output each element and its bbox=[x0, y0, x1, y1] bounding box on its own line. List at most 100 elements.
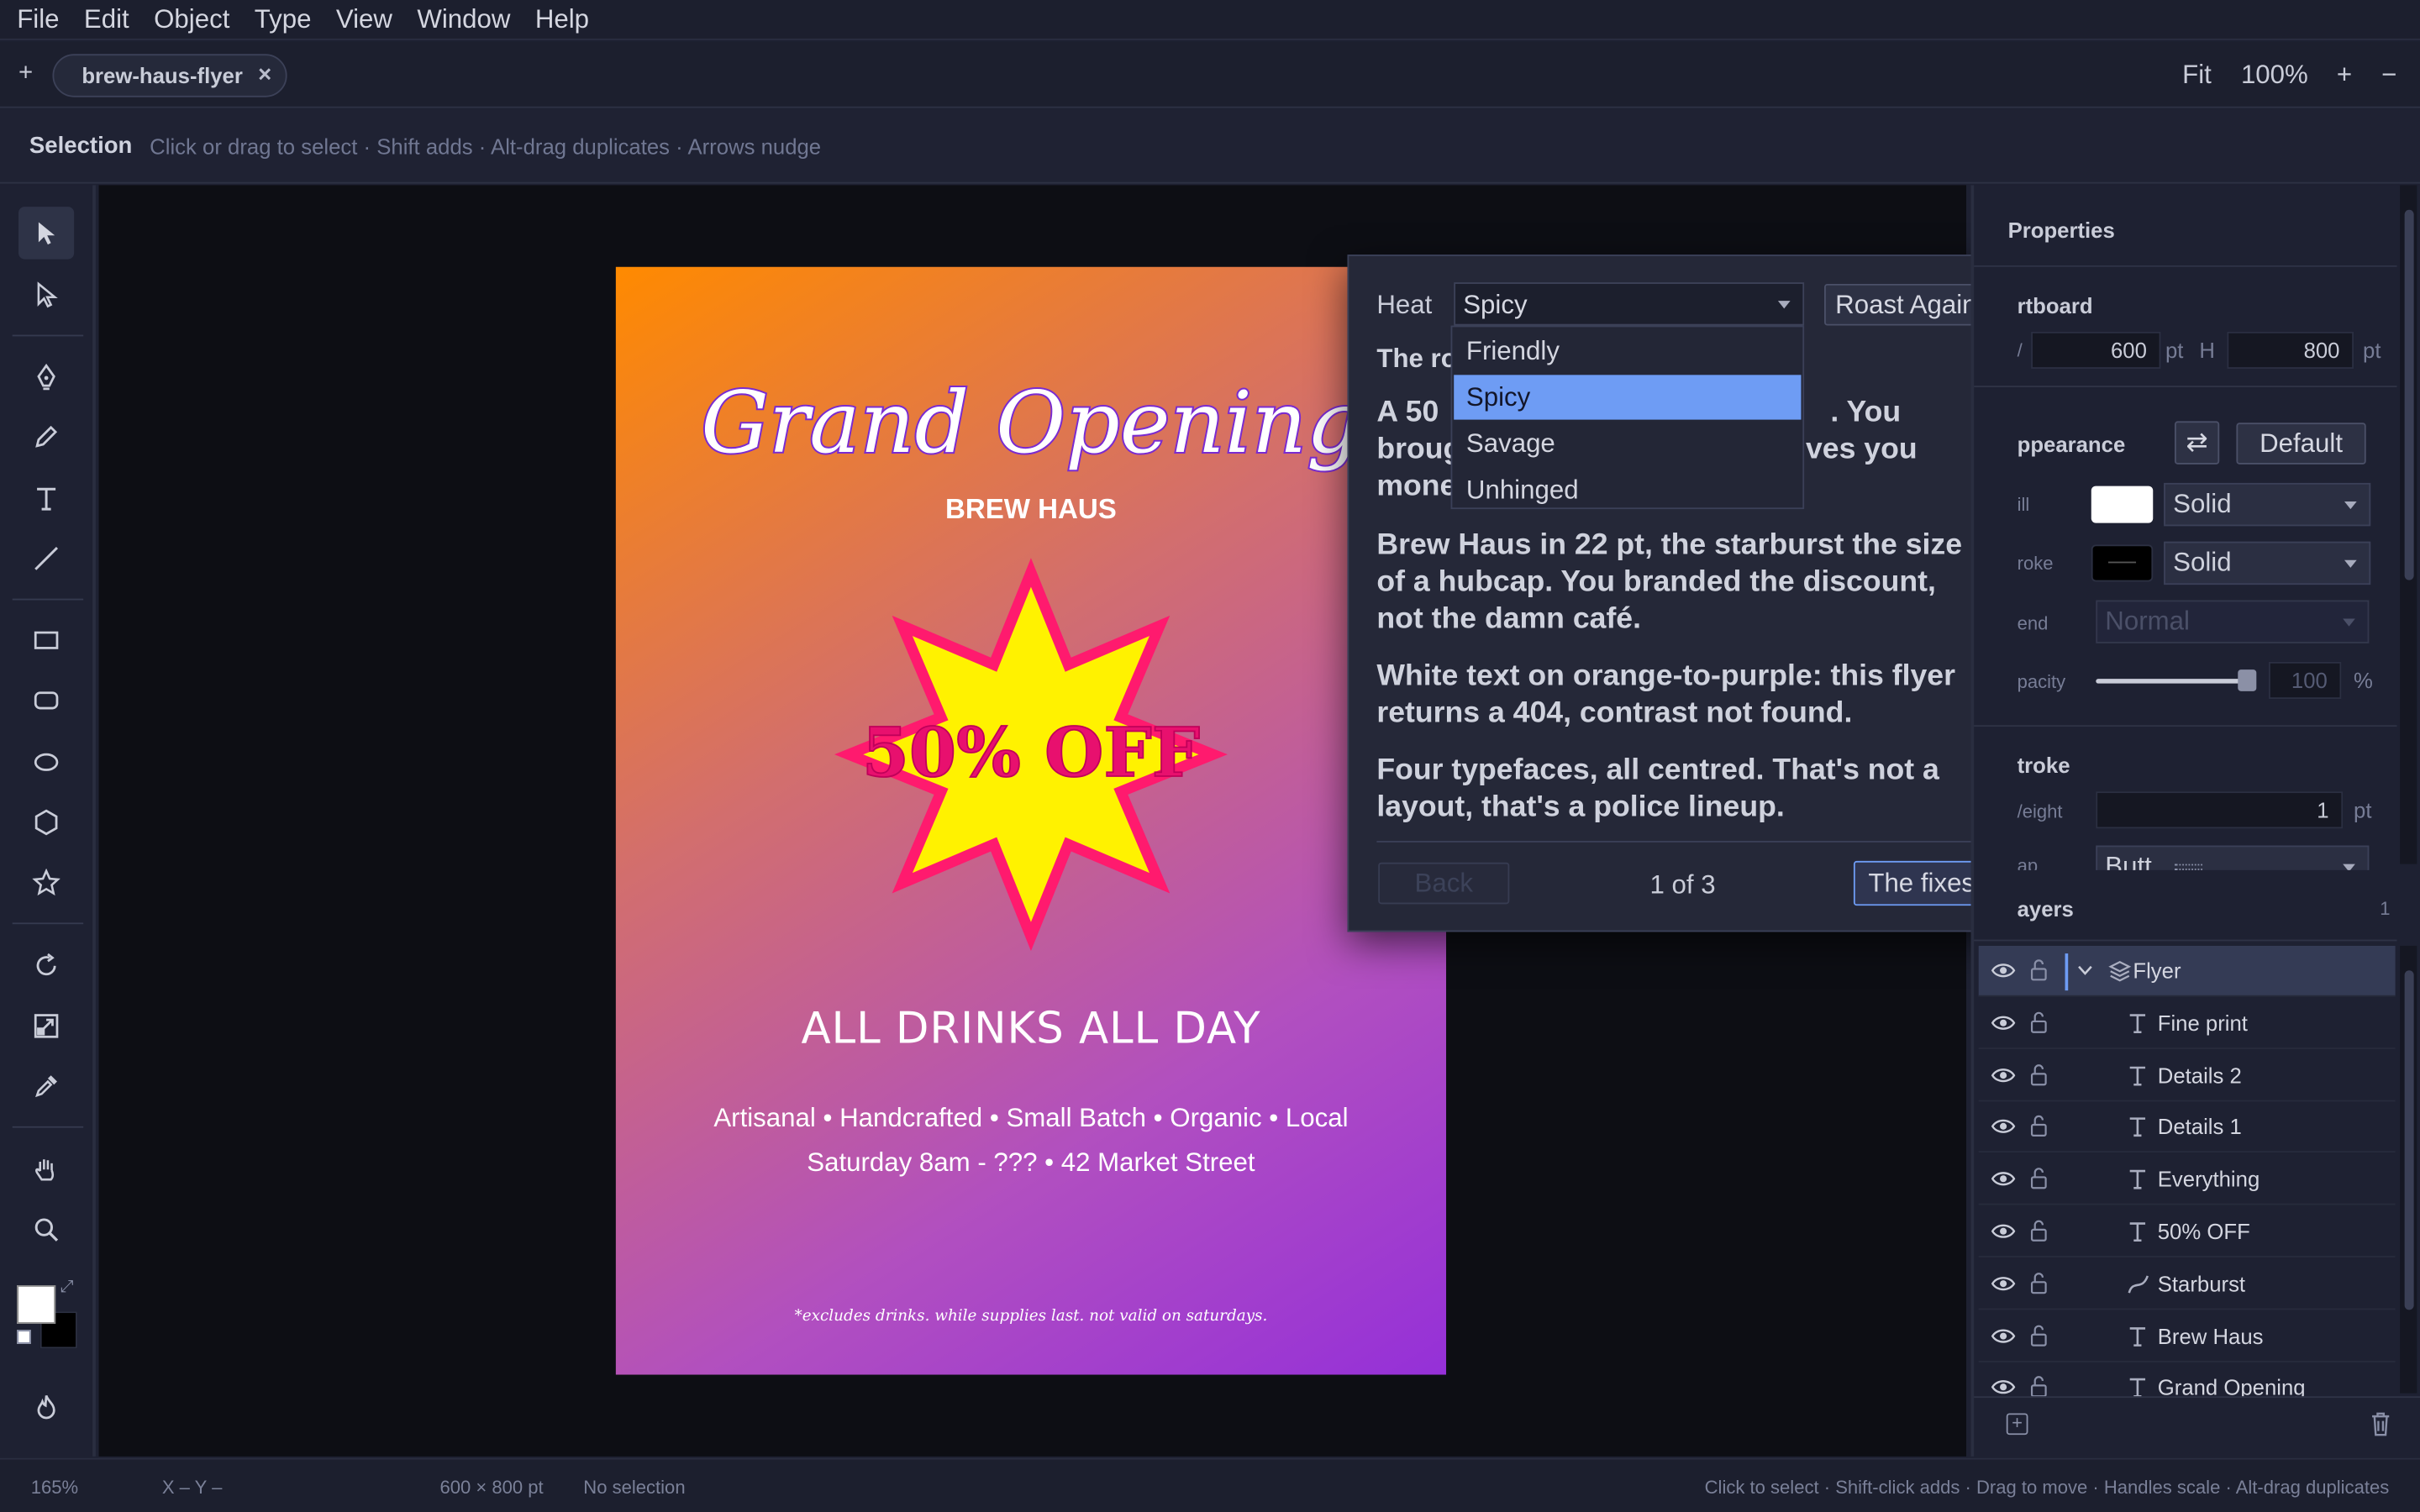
default-style-button[interactable]: Default bbox=[2236, 423, 2366, 465]
chevron-down-icon[interactable] bbox=[2077, 964, 2092, 977]
heat-option-friendly[interactable]: Friendly bbox=[1454, 328, 1801, 373]
layer-row-50-off[interactable]: 50% OFF bbox=[1978, 1206, 2396, 1257]
type-tool[interactable] bbox=[18, 472, 74, 524]
unlock-icon[interactable] bbox=[2029, 1063, 2048, 1086]
visibility-eye-icon[interactable] bbox=[1991, 1065, 2016, 1084]
menu-help[interactable]: Help bbox=[523, 0, 602, 39]
fill-color-swatch[interactable] bbox=[17, 1285, 56, 1324]
layers-scrollbar-thumb[interactable] bbox=[2404, 970, 2414, 1310]
the-fixes-button[interactable]: The fixes bbox=[1853, 860, 1990, 906]
swap-fill-stroke-button[interactable]: ⇄ bbox=[2174, 421, 2220, 465]
layer-row-fine-print[interactable]: Fine print bbox=[1978, 998, 2396, 1049]
unlock-icon[interactable] bbox=[2029, 1271, 2048, 1294]
blend-mode-select[interactable]: Normal bbox=[2096, 600, 2370, 643]
heat-option-savage[interactable]: Savage bbox=[1454, 421, 1801, 465]
eyedropper-tool[interactable] bbox=[18, 1060, 74, 1112]
unlock-icon[interactable] bbox=[2029, 1011, 2048, 1034]
zoom-level[interactable]: 100% bbox=[2241, 60, 2308, 92]
menu-edit[interactable]: Edit bbox=[71, 0, 141, 39]
pen-tool[interactable] bbox=[18, 350, 74, 402]
layer-row-brew-haus[interactable]: Brew Haus bbox=[1978, 1310, 2396, 1362]
layers-scrollbar[interactable] bbox=[2400, 945, 2417, 1394]
stroke-swatch[interactable] bbox=[2091, 544, 2154, 582]
scale-tool[interactable] bbox=[18, 1000, 74, 1052]
heat-option-unhinged[interactable]: Unhinged bbox=[1454, 468, 1801, 512]
visibility-eye-icon[interactable] bbox=[1991, 1170, 2016, 1189]
stroke-cap-select[interactable]: Butt bbox=[2096, 845, 2370, 870]
direct-selection-tool[interactable] bbox=[18, 269, 74, 321]
layer-row-details-1[interactable]: Details 1 bbox=[1978, 1102, 2396, 1153]
visibility-eye-icon[interactable] bbox=[1991, 1013, 2016, 1032]
visibility-eye-icon[interactable] bbox=[1991, 1118, 2016, 1137]
zoom-fit-button[interactable]: Fit bbox=[2182, 60, 2212, 92]
stroke-weight-field[interactable]: 1 bbox=[2096, 791, 2344, 829]
unlock-icon[interactable] bbox=[2029, 1167, 2048, 1190]
default-colors-icon[interactable] bbox=[17, 1330, 31, 1344]
flyer-details-1[interactable]: Artisanal • Handcrafted • Small Batch • … bbox=[713, 1103, 1348, 1132]
artboard-flyer[interactable]: Grand Opening BREW HAUS 50% OFF ALL DRIN… bbox=[615, 266, 1447, 1375]
flyer-title[interactable]: Grand Opening bbox=[699, 371, 1362, 474]
fill-style-select[interactable]: Solid bbox=[2164, 482, 2371, 527]
visibility-eye-icon[interactable] bbox=[1991, 1326, 2016, 1345]
menu-view[interactable]: View bbox=[324, 0, 405, 39]
visibility-eye-icon[interactable] bbox=[1991, 1378, 2016, 1396]
flyer-headline[interactable]: ALL DRINKS ALL DAY bbox=[801, 1004, 1260, 1054]
layer-row-flyer[interactable]: Flyer bbox=[1978, 945, 2396, 997]
layer-row-details-2[interactable]: Details 2 bbox=[1978, 1050, 2396, 1101]
close-tab-icon[interactable]: × bbox=[258, 55, 271, 96]
ellipse-tool[interactable] bbox=[18, 736, 74, 788]
rotate-tool[interactable] bbox=[18, 940, 74, 992]
opacity-slider-track[interactable] bbox=[2096, 679, 2248, 684]
visibility-eye-icon[interactable] bbox=[1991, 961, 2016, 979]
unlock-icon[interactable] bbox=[2029, 958, 2048, 982]
heat-select[interactable]: Spicy bbox=[1454, 282, 1805, 326]
flyer-details-2[interactable]: Saturday 8am - ??? • 42 Market Street bbox=[807, 1147, 1255, 1177]
roast-tool[interactable] bbox=[18, 1381, 74, 1433]
zoom-out-button[interactable]: − bbox=[2381, 60, 2396, 92]
menu-file[interactable]: File bbox=[5, 0, 72, 39]
tab-brew-haus-flyer[interactable]: brew-haus-flyer × bbox=[52, 54, 287, 97]
visibility-eye-icon[interactable] bbox=[1991, 1222, 2016, 1241]
layer-row-starburst[interactable]: Starburst bbox=[1978, 1258, 2396, 1310]
zoom-tool[interactable] bbox=[18, 1204, 74, 1256]
width-field[interactable]: 600 bbox=[2031, 331, 2161, 369]
hand-tool[interactable] bbox=[18, 1143, 74, 1195]
delete-layer-icon[interactable] bbox=[2370, 1412, 2391, 1436]
visibility-eye-icon[interactable] bbox=[1991, 1274, 2016, 1293]
layer-row-everything[interactable]: Everything bbox=[1978, 1154, 2396, 1205]
flyer-fine-print[interactable]: *excludes drinks. while supplies last. n… bbox=[795, 1307, 1268, 1325]
polygon-tool[interactable] bbox=[18, 796, 74, 848]
unlock-icon[interactable] bbox=[2029, 1375, 2048, 1397]
panel-resize-grip[interactable] bbox=[2174, 864, 2203, 870]
opacity-slider-handle[interactable] bbox=[2238, 669, 2257, 691]
unlock-icon[interactable] bbox=[2029, 1115, 2048, 1138]
menu-object[interactable]: Object bbox=[141, 0, 242, 39]
menu-type[interactable]: Type bbox=[242, 0, 324, 39]
layer-row-grand-opening[interactable]: Grand Opening bbox=[1979, 1363, 2396, 1397]
new-tab-button[interactable]: + bbox=[18, 60, 33, 88]
fill-swatch[interactable] bbox=[2091, 486, 2154, 523]
flyer-brand[interactable]: BREW HAUS bbox=[945, 494, 1117, 525]
back-button[interactable]: Back bbox=[1378, 862, 1510, 905]
roast-again-button[interactable]: Roast Again bbox=[1824, 283, 1988, 326]
opacity-field[interactable]: 100 bbox=[2269, 661, 2342, 700]
swap-colors-icon[interactable]: ⤢ bbox=[60, 1278, 74, 1298]
stroke-style-select[interactable]: Solid bbox=[2164, 541, 2371, 585]
star-tool[interactable] bbox=[18, 856, 74, 908]
properties-scrollbar-thumb[interactable] bbox=[2404, 209, 2414, 580]
heat-option-spicy[interactable]: Spicy bbox=[1454, 375, 1802, 420]
selection-tool[interactable] bbox=[18, 207, 75, 260]
flyer-discount[interactable]: 50% OFF bbox=[861, 712, 1201, 794]
menubar: File Edit Object Type View Window Help bbox=[0, 0, 2420, 40]
properties-scrollbar[interactable] bbox=[2400, 185, 2417, 864]
rounded-rectangle-tool[interactable] bbox=[18, 675, 74, 727]
rectangle-tool[interactable] bbox=[18, 614, 74, 666]
line-tool[interactable] bbox=[18, 533, 74, 585]
height-field[interactable]: 800 bbox=[2227, 331, 2354, 369]
add-layer-icon[interactable]: + bbox=[2006, 1413, 2028, 1436]
unlock-icon[interactable] bbox=[2029, 1323, 2048, 1347]
unlock-icon[interactable] bbox=[2029, 1219, 2048, 1242]
zoom-in-button[interactable]: + bbox=[2337, 60, 2352, 92]
pencil-tool[interactable] bbox=[18, 411, 74, 463]
menu-window[interactable]: Window bbox=[405, 0, 523, 39]
